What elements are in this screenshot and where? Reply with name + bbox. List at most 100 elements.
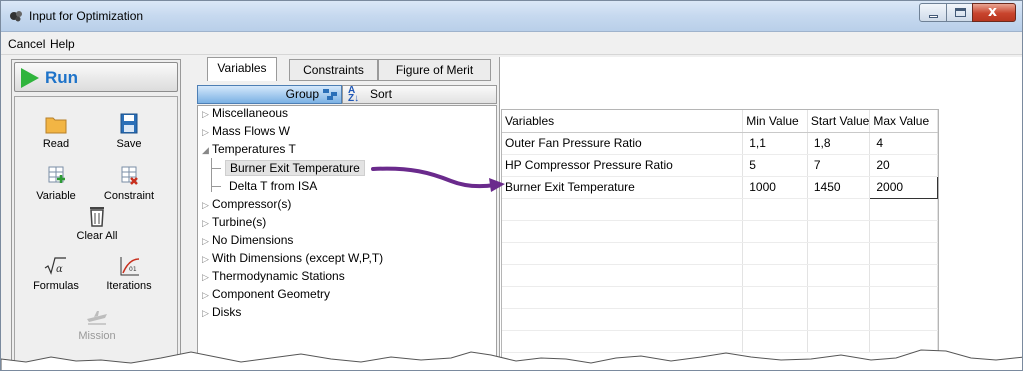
cell-variable[interactable]: HP Compressor Pressure Ratio [502, 154, 744, 177]
cell-min-value[interactable]: 1000 [742, 176, 808, 199]
tree-node-label: Miscellaneous [212, 106, 289, 120]
sort-button[interactable]: A Z↓ Sort [342, 85, 497, 104]
iterations-button[interactable]: 01 Iterations [94, 255, 164, 292]
tree-node-burner-exit-temperature[interactable]: Burner Exit Temperature [225, 160, 365, 176]
table-row[interactable] [502, 198, 938, 221]
table-row[interactable]: Outer Fan Pressure Ratio 1,1 1,8 4 [502, 132, 938, 155]
table-row[interactable]: Burner Exit Temperature 1000 1450 2000 [502, 175, 938, 199]
cell-max-value-editing[interactable]: 2000 [869, 175, 938, 199]
cell-variable[interactable]: Outer Fan Pressure Ratio [502, 132, 744, 155]
title-bar: Input for Optimization x [1, 1, 1022, 32]
tree-node-label: Temperatures T [212, 142, 296, 156]
play-icon [21, 68, 39, 88]
expand-icon: ▷ [202, 200, 209, 210]
iterations-label: Iterations [106, 280, 152, 292]
clear-all-label: Clear All [76, 230, 118, 242]
table-row[interactable] [502, 242, 938, 265]
cell-min-value[interactable]: 5 [742, 154, 808, 177]
table-row[interactable]: HP Compressor Pressure Ratio 5 7 20 [502, 154, 938, 177]
folder-icon [45, 117, 67, 134]
app-window: Input for Optimization x Cancel Help Run… [0, 0, 1023, 371]
tree-node-no-dimensions[interactable]: ▷ No Dimensions [202, 233, 293, 247]
expand-icon: ▷ [202, 218, 209, 228]
tree-node-compressors[interactable]: ▷ Compressor(s) [202, 197, 291, 211]
floppy-disk-icon [120, 113, 138, 134]
tree-node-disks[interactable]: ▷ Disks [202, 305, 241, 319]
sort-label: Sort [370, 87, 393, 101]
run-label: Run [45, 68, 79, 87]
expand-icon: ▷ [202, 236, 209, 246]
group-label: Group [285, 87, 319, 101]
close-icon: x [988, 4, 998, 20]
constraint-button[interactable]: Constraint [94, 165, 164, 202]
cell-start-value[interactable]: 1,8 [807, 132, 871, 155]
menu-help[interactable]: Help [50, 37, 75, 51]
cell-start-value[interactable]: 1450 [807, 176, 871, 199]
tool-panel: Run Read Save Variable Constraint Clear … [11, 59, 181, 370]
tab-figure-of-merit[interactable]: Figure of Merit [378, 59, 491, 81]
annotation-arrow [371, 166, 505, 192]
tree-node-miscellaneous[interactable]: ▷ Miscellaneous [202, 106, 288, 120]
variable-button[interactable]: Variable [21, 165, 91, 202]
table-row[interactable] [502, 220, 938, 243]
sqrt-alpha-icon: α [44, 257, 66, 275]
read-button[interactable]: Read [21, 113, 91, 150]
column-header-start-value[interactable]: Start Value [807, 110, 871, 133]
save-label: Save [116, 138, 142, 150]
minimize-button[interactable] [919, 3, 947, 22]
menu-cancel[interactable]: Cancel [8, 37, 45, 51]
cell-start-value[interactable]: 7 [807, 154, 871, 177]
run-button[interactable]: Run [14, 62, 178, 92]
column-header-variables[interactable]: Variables [502, 110, 744, 133]
svg-text:01: 01 [129, 266, 137, 273]
group-button[interactable]: Group [197, 85, 342, 104]
table-row[interactable] [502, 308, 938, 331]
cell-variable[interactable]: Burner Exit Temperature [502, 176, 744, 199]
close-button[interactable]: x [972, 3, 1016, 22]
expand-icon: ▷ [202, 272, 209, 282]
torn-edge [1, 349, 1022, 370]
table-header-row: Variables Min Value Start Value Max Valu… [502, 110, 938, 133]
add-constraint-icon [121, 166, 138, 185]
column-header-min-value[interactable]: Min Value [742, 110, 808, 133]
read-label: Read [42, 138, 70, 150]
tree-node-turbines[interactable]: ▷ Turbine(s) [202, 215, 266, 229]
cell-min-value[interactable]: 1,1 [742, 132, 808, 155]
cell-max-value[interactable]: 20 [869, 154, 938, 177]
iterations-icon: 01 [120, 257, 140, 276]
table-row[interactable] [502, 286, 938, 309]
tree-node-label: No Dimensions [212, 233, 294, 247]
column-header-max-value[interactable]: Max Value [869, 110, 938, 133]
tree-node-temperatures[interactable]: ◢ Temperatures T [202, 142, 296, 156]
tree-node-delta-t-from-isa[interactable]: Delta T from ISA [229, 179, 317, 193]
tree-node-with-dimensions[interactable]: ▷ With Dimensions (except W,P,T) [202, 251, 383, 265]
table-row[interactable] [502, 264, 938, 287]
formulas-label: Formulas [33, 280, 79, 292]
collapse-icon: ◢ [202, 145, 209, 155]
clear-all-button[interactable]: Clear All [57, 205, 137, 242]
tree-node-label: Mass Flows W [212, 124, 290, 138]
expand-icon: ▷ [202, 290, 209, 300]
tree-node-thermodynamic-stations[interactable]: ▷ Thermodynamic Stations [202, 269, 345, 283]
tree-node-label: Disks [212, 305, 242, 319]
tab-strip: Variables Constraints Figure of Merit [197, 57, 502, 81]
tree-node-label: Turbine(s) [212, 215, 267, 229]
save-button[interactable]: Save [94, 113, 164, 150]
tree-node-mass-flows[interactable]: ▷ Mass Flows W [202, 124, 290, 138]
maximize-button[interactable] [946, 3, 973, 22]
tree-node-label: Thermodynamic Stations [212, 269, 345, 283]
app-icon [10, 11, 22, 22]
variable-label: Variable [36, 190, 76, 202]
tree-node-label: Compressor(s) [212, 197, 292, 211]
cell-max-value[interactable]: 4 [869, 132, 938, 155]
tree-node-component-geometry[interactable]: ▷ Component Geometry [202, 287, 330, 301]
expand-icon: ▷ [202, 254, 209, 264]
add-variable-icon [48, 166, 65, 183]
tab-constraints[interactable]: Constraints [289, 59, 378, 81]
expand-icon: ▷ [202, 109, 209, 119]
group-icon [323, 89, 337, 100]
formulas-button[interactable]: α Formulas [21, 255, 91, 292]
tree-node-label: Component Geometry [212, 287, 331, 301]
tab-variables[interactable]: Variables [207, 57, 277, 81]
expand-icon: ▷ [202, 127, 209, 137]
